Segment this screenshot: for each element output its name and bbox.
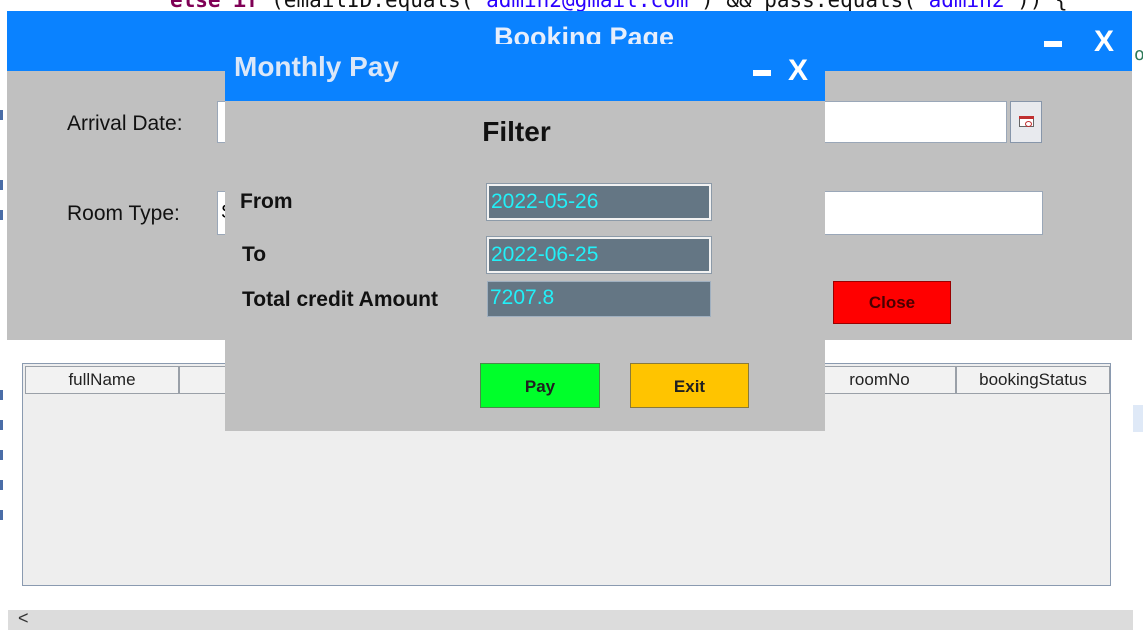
calendar-icon: [1019, 116, 1034, 127]
column-header-hidden[interactable]: [179, 366, 227, 394]
total-credit-label: Total credit Amount: [242, 288, 438, 311]
dialog-title: Monthly Pay: [234, 51, 399, 82]
total-credit-field[interactable]: 7207.8: [487, 281, 711, 317]
booking-close-button[interactable]: X: [1094, 25, 1114, 59]
pay-button[interactable]: Pay: [480, 363, 600, 408]
filter-heading: Filter: [482, 116, 551, 147]
horizontal-scrollbar[interactable]: <: [8, 608, 1133, 630]
calendar-button[interactable]: [1010, 101, 1042, 143]
column-header-fullname[interactable]: fullName: [25, 366, 179, 394]
monthly-pay-dialog: Monthly Pay X Filter From 2022-05-26 To …: [225, 44, 825, 431]
dialog-close-button[interactable]: X: [788, 54, 808, 88]
scroll-left-icon[interactable]: <: [18, 608, 29, 629]
dialog-titlebar: Monthly Pay X: [225, 44, 825, 101]
column-header-roomno[interactable]: roomNo: [803, 366, 956, 394]
from-date-field[interactable]: 2022-05-26: [486, 183, 712, 221]
close-button[interactable]: Close: [833, 281, 951, 324]
to-label: To: [242, 243, 267, 266]
editor-edge-text: o: [1134, 44, 1143, 65]
to-date-field[interactable]: 2022-06-25: [486, 236, 712, 274]
column-header-bookingstatus[interactable]: bookingStatus: [956, 366, 1110, 394]
dialog-minimize-icon[interactable]: [753, 70, 771, 76]
from-label: From: [240, 190, 293, 213]
editor-selection-highlight: [1133, 405, 1143, 432]
exit-button[interactable]: Exit: [630, 363, 749, 408]
room-type-label: Room Type:: [67, 202, 180, 225]
arrival-date-label: Arrival Date:: [67, 112, 183, 135]
minimize-icon[interactable]: [1044, 41, 1062, 47]
